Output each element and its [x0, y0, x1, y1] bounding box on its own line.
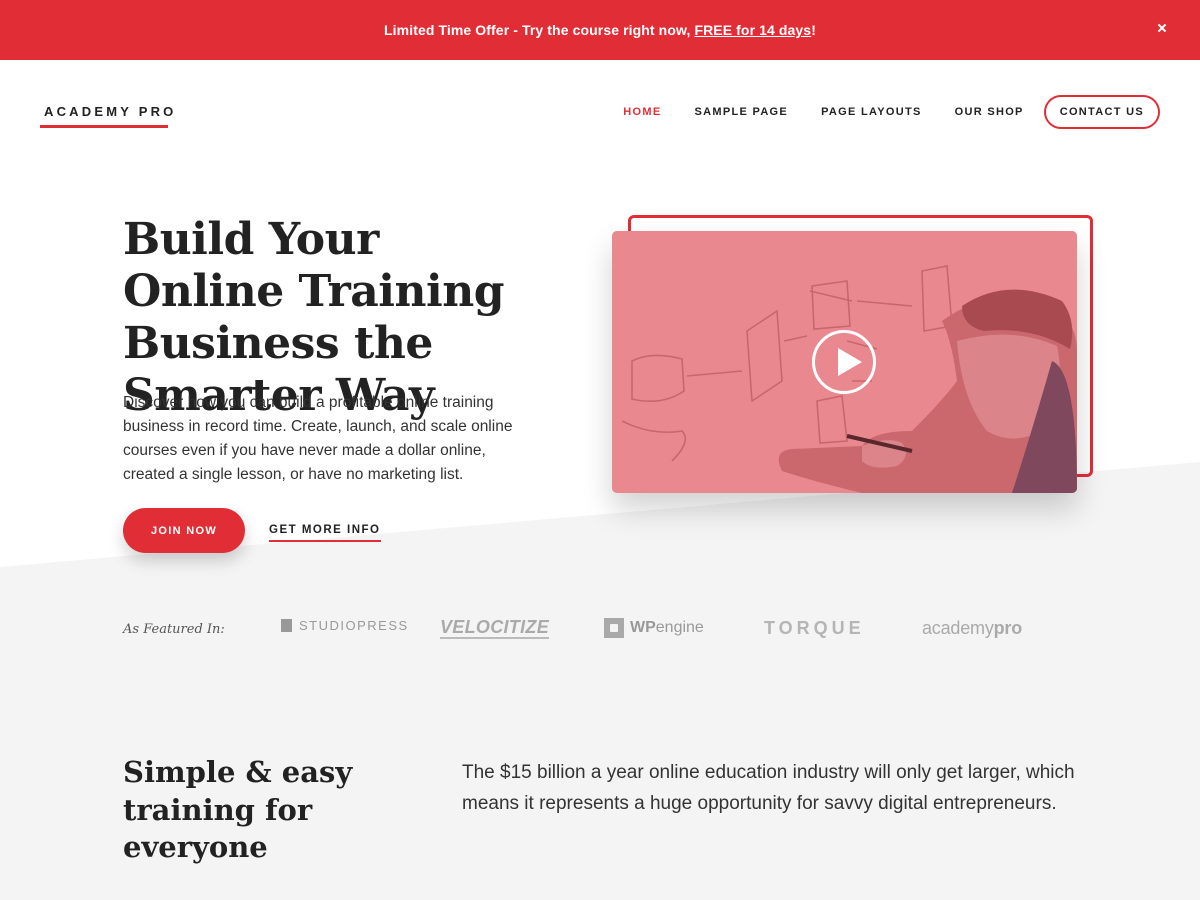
nav-our-shop[interactable]: OUR SHOP — [955, 106, 1024, 118]
join-now-button[interactable]: JOIN NOW — [123, 508, 245, 553]
academypro-text-pro: pro — [993, 618, 1023, 638]
promo-bar: Limited Time Offer - Try the course righ… — [0, 0, 1200, 60]
wpengine-logo: WP engine — [604, 618, 704, 638]
torque-text: TORQUE — [764, 618, 865, 638]
velocitize-text: VELOCITIZE — [440, 617, 550, 637]
get-more-info-link[interactable]: GET MORE INFO — [269, 524, 381, 542]
intro-text: The $15 billion a year online education … — [462, 762, 1075, 814]
featured-label: As Featured In: — [123, 622, 225, 637]
nav-page-layouts[interactable]: PAGE LAYOUTS — [821, 106, 922, 118]
nav-home[interactable]: HOME — [623, 106, 661, 118]
torque-logo: TORQUE — [764, 618, 865, 639]
hero-description: Discover how you can build a profitable … — [123, 394, 513, 483]
site-logo[interactable]: ACADEMY PRO — [40, 104, 180, 125]
studiopress-logo: STUDIOPRESS — [281, 618, 409, 633]
wpengine-wp-text: WP — [630, 619, 656, 636]
wpengine-mark-icon — [604, 618, 624, 638]
contact-us-button[interactable]: CONTACT US — [1043, 95, 1160, 129]
nav-sample-page[interactable]: SAMPLE PAGE — [695, 106, 789, 118]
studiopress-mark-icon — [281, 619, 292, 632]
wpengine-engine-text: engine — [655, 619, 704, 636]
play-icon[interactable] — [812, 330, 876, 394]
main-nav: HOME SAMPLE PAGE PAGE LAYOUTS OUR SHOP C… — [590, 95, 1160, 129]
promo-text: Limited Time Offer - Try the course righ… — [384, 22, 691, 38]
intro-title: Simple & easy training for everyone — [123, 755, 353, 864]
academypro-logo: academy pro — [922, 618, 1022, 639]
close-icon[interactable] — [1154, 21, 1170, 37]
academypro-text-academy: academy — [922, 618, 994, 638]
studiopress-text: STUDIOPRESS — [299, 618, 409, 633]
promo-suffix: ! — [811, 22, 816, 38]
velocitize-logo: VELOCITIZE — [440, 617, 550, 639]
promo-link[interactable]: FREE for 14 days — [694, 22, 811, 38]
logo-underline — [40, 125, 168, 128]
